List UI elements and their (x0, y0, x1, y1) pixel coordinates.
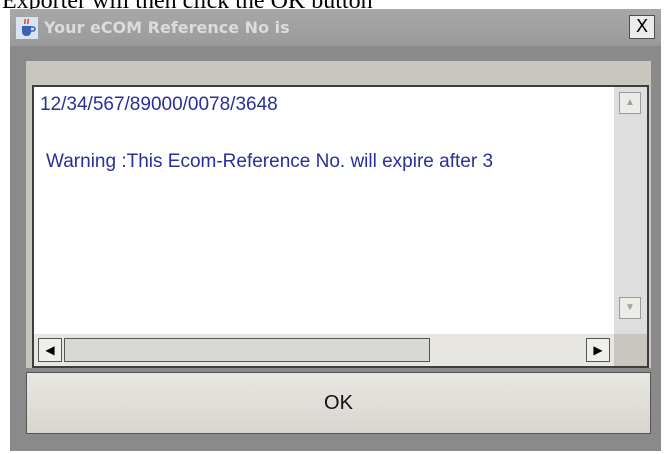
horizontal-scroll-thumb[interactable] (64, 338, 430, 362)
reference-dialog: Your eCOM Reference No is X 12/34/567/89… (10, 9, 661, 451)
close-button[interactable]: X (629, 15, 655, 39)
dialog-titlebar[interactable]: Your eCOM Reference No is X (10, 9, 661, 46)
content-panel: 12/34/567/89000/0078/3648 Warning :This … (26, 61, 651, 368)
scrollbar-corner (614, 334, 647, 366)
page: Exporter will then click the OK button Y… (0, 0, 664, 454)
scroll-right-icon[interactable]: ▶ (586, 338, 610, 362)
scroll-left-icon[interactable]: ◀ (38, 338, 62, 362)
reference-textarea[interactable]: 12/34/567/89000/0078/3648 Warning :This … (32, 85, 649, 368)
horizontal-scrollbar[interactable]: ◀ ▶ (34, 334, 614, 366)
dialog-title: Your eCOM Reference No is (44, 18, 290, 37)
scroll-down-icon[interactable]: ▼ (619, 297, 641, 319)
reference-number: 12/34/567/89000/0078/3648 (40, 94, 278, 115)
scroll-up-icon[interactable]: ▲ (619, 92, 641, 114)
java-cup-icon (16, 17, 38, 39)
vertical-scrollbar[interactable]: ▲ ▼ (614, 87, 647, 334)
ok-button[interactable]: OK (26, 372, 651, 434)
textarea-content[interactable]: 12/34/567/89000/0078/3648 Warning :This … (34, 87, 614, 334)
expiry-warning: Warning :This Ecom-Reference No. will ex… (46, 151, 494, 172)
